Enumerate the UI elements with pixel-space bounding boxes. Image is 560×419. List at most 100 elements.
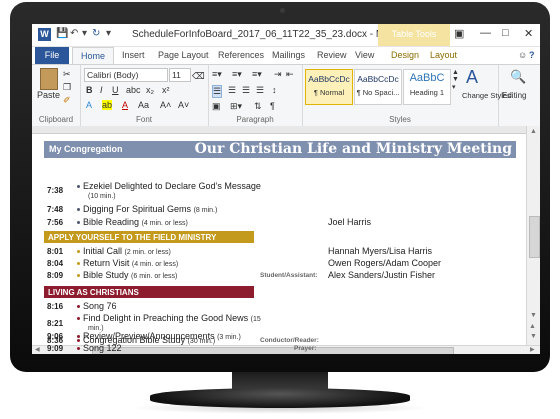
change-styles-icon[interactable]: A xyxy=(466,67,478,88)
style-name: Heading 1 xyxy=(409,88,445,97)
tab-design[interactable]: Design xyxy=(391,50,419,60)
font-size-select[interactable]: 11 xyxy=(169,68,191,82)
style-no-spacing[interactable]: AaBbCcDc ¶ No Spaci... xyxy=(354,69,402,105)
italic-button[interactable]: I xyxy=(100,85,103,95)
ribbon: Paste ✂ ❐ ✐ Clipboard Calibri (Body) 11 … xyxy=(32,64,540,127)
tab-review[interactable]: Review xyxy=(317,50,347,60)
shading-icon[interactable]: ▣ xyxy=(212,101,221,112)
superscript-button[interactable]: x² xyxy=(162,85,170,95)
font-label: Font xyxy=(135,115,152,124)
align-right-icon[interactable]: ☰ xyxy=(242,85,250,96)
shrink-font-button[interactable]: A˅ xyxy=(178,100,189,110)
assignee-name: Owen Rogers/Adam Cooper xyxy=(328,258,442,268)
bullets-icon[interactable]: ≡▾ xyxy=(212,69,222,80)
cut-icon[interactable]: ✂ xyxy=(63,69,71,80)
multilevel-list-icon[interactable]: ≡▾ xyxy=(252,69,262,80)
close-icon[interactable]: ✕ xyxy=(524,27,533,40)
format-painter-icon[interactable]: ✐ xyxy=(63,95,71,106)
chevron-down-icon[interactable]: ▾ xyxy=(82,28,87,39)
paragraph-label: Paragraph xyxy=(236,115,274,124)
next-page-icon[interactable]: ▼ xyxy=(530,333,537,340)
undo-icon[interactable]: ↶ xyxy=(70,28,78,39)
tab-page-layout[interactable]: Page Layout xyxy=(158,50,209,60)
prev-page-icon[interactable]: ▲ xyxy=(529,323,536,330)
section-title: APPLY YOURSELF TO THE FIELD MINISTRY xyxy=(48,233,217,242)
borders-icon[interactable]: ⊞▾ xyxy=(230,101,242,112)
bullet-icon xyxy=(77,221,80,225)
outdent-icon[interactable]: ⇤ xyxy=(286,69,294,80)
paste-icon[interactable] xyxy=(40,68,58,90)
ministry-item-1: Initial Call (2 min. or less) xyxy=(77,246,171,256)
tab-view[interactable]: View xyxy=(355,50,374,60)
style-heading-1[interactable]: AaBbC Heading 1 xyxy=(403,69,451,105)
sort-icon[interactable]: ⇅ xyxy=(254,101,262,112)
numbering-icon[interactable]: ≡▾ xyxy=(232,69,242,80)
word-app-icon[interactable]: W xyxy=(38,28,51,41)
styles-scroll-icon[interactable]: ▲ ▼ ▾ xyxy=(452,69,459,91)
minimize-icon[interactable]: — xyxy=(480,27,491,39)
maximize-icon[interactable]: □ xyxy=(502,27,509,39)
scroll-up-icon[interactable]: ▲ xyxy=(530,128,537,135)
part-duration: (8 min.) xyxy=(193,207,218,214)
clipboard-label: Clipboard xyxy=(38,115,74,124)
align-center-icon[interactable]: ☰ xyxy=(228,85,236,96)
styles-label: Styles xyxy=(389,115,411,124)
bullet-icon xyxy=(77,274,80,278)
bullet-icon xyxy=(77,335,80,339)
document-bottom-rows: 9:06 Review/Preview/Announcements (3 min… xyxy=(32,331,526,353)
font-family-select[interactable]: Calibri (Body) xyxy=(84,68,168,82)
assignee-name: Hannah Myers/Lisa Harris xyxy=(328,246,433,256)
ribbon-options-icon[interactable]: ▣ xyxy=(454,27,464,40)
underline-button[interactable]: U xyxy=(112,85,119,95)
grow-font-button[interactable]: A˄ xyxy=(160,100,171,110)
scroll-right-icon[interactable]: ▶ xyxy=(530,346,535,353)
part-duration: (15 xyxy=(250,316,261,323)
tab-home[interactable]: Home xyxy=(72,47,114,65)
style-preview: AaBbC xyxy=(409,72,445,84)
strikethrough-icon[interactable]: abc xyxy=(126,85,141,95)
bullet-icon xyxy=(77,262,80,266)
schedule-header: My Congregation Our Christian Life and M… xyxy=(44,141,516,158)
monitor-stand xyxy=(150,388,410,408)
highlight-icon[interactable]: ab xyxy=(102,100,113,110)
change-case-button[interactable]: Aa xyxy=(138,100,149,110)
show-marks-icon[interactable]: ¶ xyxy=(270,101,275,111)
part-duration: (3 min.) xyxy=(217,334,241,341)
tab-references[interactable]: References xyxy=(218,50,264,60)
help-icon[interactable]: ? xyxy=(529,50,535,60)
font-color-icon[interactable]: A xyxy=(122,100,128,110)
style-normal[interactable]: AaBbCcDc ¶ Normal xyxy=(305,69,353,105)
copy-icon[interactable]: ❐ xyxy=(63,82,71,93)
align-left-icon[interactable]: ☰ xyxy=(212,85,223,98)
paste-button[interactable]: Paste xyxy=(37,90,60,100)
line-spacing-icon[interactable]: ↕ xyxy=(272,85,277,95)
indent-icon[interactable]: ⇥ xyxy=(274,69,282,80)
tab-layout[interactable]: Layout xyxy=(430,50,457,60)
clear-formatting-icon[interactable]: ⌫ xyxy=(192,71,205,82)
vertical-scrollbar[interactable]: ▲ ▼ ▲ ▼ xyxy=(526,126,540,345)
scroll-thumb[interactable] xyxy=(529,216,540,258)
part-title: Return Visit xyxy=(83,258,130,268)
editing-button[interactable]: Editing xyxy=(502,91,526,100)
bullet-icon xyxy=(77,250,80,254)
find-icon[interactable]: 🔍 xyxy=(510,69,526,85)
save-icon[interactable]: 💾 xyxy=(56,28,68,39)
subscript-button[interactable]: x₂ xyxy=(146,85,154,95)
tab-mailings[interactable]: Mailings xyxy=(272,50,305,60)
justify-icon[interactable]: ☰ xyxy=(256,85,264,96)
living-time-5: 9:09 xyxy=(47,344,64,353)
smiley-icon[interactable]: ☺ xyxy=(518,50,527,60)
document-page[interactable]: My Congregation Our Christian Life and M… xyxy=(32,134,526,345)
living-time-2: 8:21 xyxy=(47,319,64,328)
customize-toolbar-icon[interactable]: ▾ xyxy=(106,28,111,39)
redo-icon[interactable]: ↻ xyxy=(92,28,100,39)
font-group: Calibri (Body) 11 B I U abc x₂ x² A ab A… xyxy=(80,65,209,126)
horizontal-ruler[interactable] xyxy=(32,126,526,134)
part-title: Bible Study xyxy=(83,270,129,280)
tab-file[interactable]: File xyxy=(35,47,69,64)
style-name: ¶ No Spaci... xyxy=(356,88,400,97)
text-effects-icon[interactable]: A xyxy=(86,100,92,110)
tab-insert[interactable]: Insert xyxy=(122,50,145,60)
scroll-down-icon[interactable]: ▼ xyxy=(530,312,537,319)
bold-button[interactable]: B xyxy=(86,85,93,95)
